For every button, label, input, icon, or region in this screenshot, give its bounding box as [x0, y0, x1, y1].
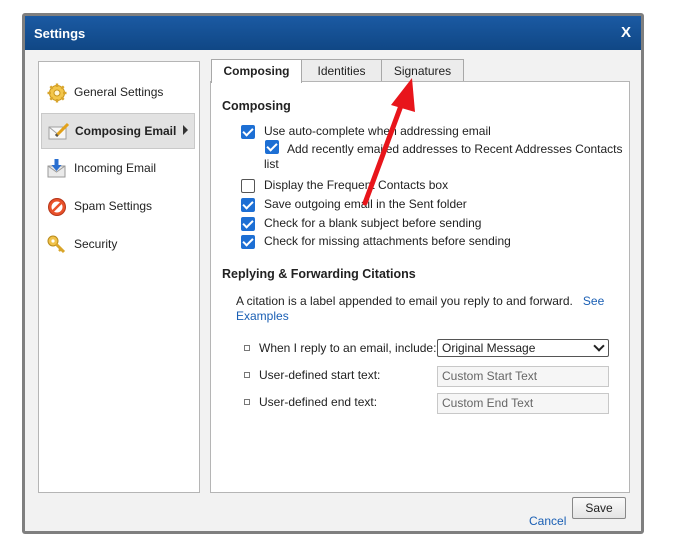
- save-sent-label: Save outgoing email in the Sent folder: [264, 197, 467, 211]
- citations-description-text: A citation is a label appended to email …: [236, 294, 573, 308]
- missing-attachments-label: Check for missing attachments before sen…: [264, 234, 511, 248]
- settings-dialog: Settings X General Settings Composing Em…: [22, 13, 644, 534]
- start-text-label: User-defined start text:: [259, 368, 381, 382]
- reply-include-select[interactable]: Original Message: [437, 339, 609, 357]
- dialog-titlebar[interactable]: Settings X: [25, 16, 641, 50]
- tab-signatures[interactable]: Signatures: [381, 59, 464, 82]
- missing-attachments-checkbox[interactable]: [241, 235, 255, 249]
- composing-panel: Composing Use auto-complete when address…: [210, 81, 630, 493]
- sidebar-item-label: Composing Email: [75, 124, 177, 138]
- sidebar-item-label: Incoming Email: [74, 161, 157, 175]
- bullet-icon: [244, 372, 250, 378]
- gear-icon: [47, 83, 67, 103]
- dialog-title: Settings: [34, 26, 86, 41]
- add-recent-checkbox[interactable]: [265, 140, 279, 154]
- save-sent-checkbox[interactable]: [241, 198, 255, 212]
- reply-include-label: When I reply to an email, include:: [259, 341, 437, 355]
- frequent-contacts-label: Display the Frequent Contacts box: [264, 178, 449, 192]
- sidebar-item-spam-settings[interactable]: Spam Settings: [41, 189, 195, 223]
- chevron-right-icon: [183, 125, 188, 135]
- sidebar-item-label: Security: [74, 237, 118, 251]
- settings-sidebar: General Settings Composing Email Incomin…: [38, 61, 200, 493]
- compose-icon: [48, 122, 70, 142]
- tab-composing[interactable]: Composing: [211, 59, 302, 83]
- chevron-down-icon: [593, 340, 605, 352]
- add-recent-label-cont: list: [264, 157, 279, 171]
- blank-subject-checkbox[interactable]: [241, 217, 255, 231]
- composing-heading: Composing: [222, 99, 291, 113]
- sidebar-item-general-settings[interactable]: General Settings: [41, 75, 195, 109]
- inbox-icon: [47, 159, 67, 179]
- save-button[interactable]: Save: [572, 497, 626, 519]
- end-text-label: User-defined end text:: [259, 395, 378, 409]
- autocomplete-checkbox[interactable]: [241, 125, 255, 139]
- no-entry-icon: [47, 197, 67, 217]
- cancel-link[interactable]: Cancel: [529, 514, 566, 528]
- sidebar-item-security[interactable]: Security: [41, 227, 195, 261]
- tab-identities[interactable]: Identities: [301, 59, 382, 82]
- reply-include-value: Original Message: [442, 341, 536, 355]
- sidebar-item-composing-email[interactable]: Composing Email: [41, 113, 195, 149]
- see-examples-link[interactable]: See: [583, 294, 604, 308]
- citations-heading: Replying & Forwarding Citations: [222, 267, 416, 281]
- dialog-body: General Settings Composing Email Incomin…: [25, 50, 641, 531]
- bullet-icon: [244, 399, 250, 405]
- bullet-icon: [244, 345, 250, 351]
- end-text-input[interactable]: [437, 393, 609, 414]
- key-icon: [47, 235, 67, 255]
- see-examples-link-cont[interactable]: Examples: [236, 309, 289, 323]
- frequent-contacts-checkbox[interactable]: [241, 179, 255, 193]
- citations-description: A citation is a label appended to email …: [236, 294, 604, 308]
- start-text-input[interactable]: [437, 366, 609, 387]
- sidebar-item-label: Spam Settings: [74, 199, 153, 213]
- sidebar-item-label: General Settings: [74, 85, 164, 99]
- close-icon[interactable]: X: [621, 24, 631, 41]
- sidebar-item-incoming-email[interactable]: Incoming Email: [41, 151, 195, 185]
- autocomplete-label: Use auto-complete when addressing email: [264, 124, 491, 138]
- blank-subject-label: Check for a blank subject before sending: [264, 216, 482, 230]
- add-recent-label: Add recently emailed addresses to Recent…: [287, 142, 623, 156]
